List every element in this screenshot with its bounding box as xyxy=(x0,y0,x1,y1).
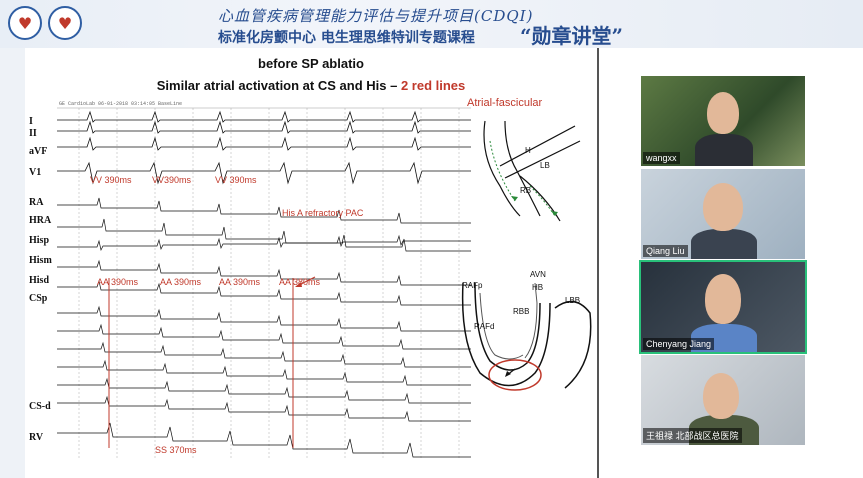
avatar xyxy=(703,183,743,231)
vv-label: VV 390ms xyxy=(90,175,132,185)
lead-label-hisd: Hisd xyxy=(29,275,50,286)
lead-label-ii: II xyxy=(29,128,37,139)
lead-label-v1: V1 xyxy=(29,167,42,178)
surface-leads xyxy=(57,110,471,185)
avatar xyxy=(695,134,753,166)
diagram1-label-h: H xyxy=(525,146,531,155)
diagram2-label-hb: HB xyxy=(532,283,544,292)
participant-tile[interactable]: wangxx xyxy=(641,76,805,166)
lead-label-csp: CSp xyxy=(29,293,48,304)
course-title: 标准化房颤中心 电生理思维特训专题课程 xyxy=(218,30,475,46)
avatar xyxy=(691,229,757,259)
vv-label: VV390ms xyxy=(152,175,192,185)
presentation-slide: before SP ablatio Similar atrial activat… xyxy=(25,48,597,478)
diagram1-label-lb: LB xyxy=(540,161,550,170)
participant-tile-active[interactable]: Chenyang Jiang xyxy=(639,260,807,354)
lead-label-hisp: Hisp xyxy=(29,235,50,246)
lead-label-rv: RV xyxy=(29,432,44,443)
diagram2-label-rafp: RAFp xyxy=(462,281,483,290)
diagram1-label-rb: RB xyxy=(520,186,532,195)
heart-logo-icon: ♥ xyxy=(48,6,82,40)
avatar xyxy=(705,274,741,324)
lead-label-hra: HRA xyxy=(29,215,52,226)
brand-title: “勋章讲堂” xyxy=(520,24,624,48)
lead-label-i: I xyxy=(29,116,33,127)
lead-label-hism: Hism xyxy=(29,255,52,266)
diagram2-label-rafd: RAFd xyxy=(474,322,495,331)
heart-logo-icon: ♥ xyxy=(8,6,42,40)
atrial-fascicular-diagram xyxy=(483,120,581,222)
participant-name: 王祖禄 北部战区总医院 xyxy=(643,428,742,443)
project-title: 心血管疾病管理能力评估与提升项目(CDQI) xyxy=(218,7,534,25)
ss-label: SS 370ms xyxy=(155,445,197,455)
diagram2-label-lbb: LBB xyxy=(565,296,581,305)
participant-tile[interactable]: Qiang Liu xyxy=(641,169,805,259)
diagram1-title: Atrial-fascicular xyxy=(467,97,543,109)
slide-subtitle: Similar atrial activation at CS and His … xyxy=(25,78,597,93)
diagram2-label-avn: AVN xyxy=(530,270,546,279)
vv-label: VV 390ms xyxy=(215,175,257,185)
aa-label: AA 390ms xyxy=(219,277,261,287)
avatar xyxy=(703,373,739,419)
header-banner: ♥ ♥ 心血管疾病管理能力评估与提升项目(CDQI) 标准化房颤中心 电生理思维… xyxy=(0,0,863,48)
intracardiac-leads xyxy=(57,197,471,458)
diagram2-label-rbb: RBB xyxy=(513,307,530,316)
lead-label-avf: aVF xyxy=(29,146,48,157)
slide-subtitle-highlight: 2 red lines xyxy=(400,78,466,93)
pac-label: His A refractory PAC xyxy=(282,208,364,218)
participant-name: Chenyang Jiang xyxy=(643,338,715,350)
aa-label: AA 390ms xyxy=(160,277,202,287)
participant-name: Qiang Liu xyxy=(643,245,688,257)
ecg-tracing: GE CardioLab 06-01-2018 03:14:05 BaseLin… xyxy=(29,101,471,463)
aa-label: AA 380ms xyxy=(279,277,321,287)
aa-label: AA 390ms xyxy=(97,277,139,287)
slide-subtitle-text: Similar atrial activation at CS and His … xyxy=(156,78,401,93)
lead-label-csd: CS-d xyxy=(29,401,51,412)
participant-tile[interactable]: 王祖禄 北部战区总医院 xyxy=(641,355,805,445)
avatar xyxy=(707,92,739,134)
lead-label-ra: RA xyxy=(29,197,44,208)
participant-name: wangxx xyxy=(643,152,680,164)
slide-title: before SP ablatio xyxy=(258,56,364,71)
ecg-header: GE CardioLab 06-01-2018 03:14:05 BaseLin… xyxy=(59,101,183,107)
